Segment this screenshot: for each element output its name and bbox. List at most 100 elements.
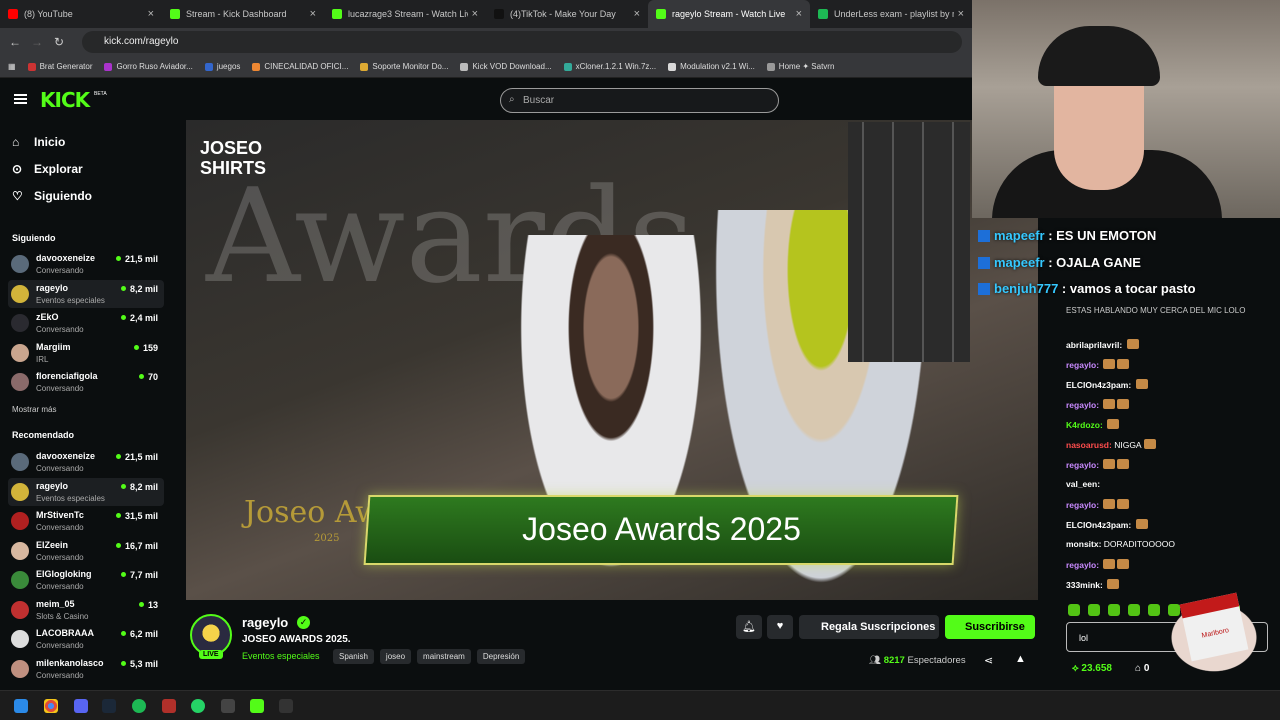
sidebar-channel-milenkanolasco[interactable]: milenkanolasco Conversando 5,3 mil (8, 655, 164, 683)
viewer-count: 2,4 mil (121, 313, 158, 323)
sidebar-channel-florenciafigola[interactable]: florenciafigola Conversando 70 (8, 368, 164, 396)
tab-title: rageylo Stream - Watch Live (672, 9, 786, 19)
chat-username[interactable]: nasoarusd: (1066, 440, 1112, 450)
emote-icon (1103, 559, 1116, 569)
chat-username[interactable]: ELCIOn4z3pam: (1066, 520, 1131, 530)
tag-chip[interactable]: mainstream (417, 649, 471, 664)
browser-tab[interactable]: UnderLess exam - playlist by m × (810, 0, 972, 28)
close-tab-icon[interactable]: × (472, 8, 478, 20)
bookmark-item[interactable]: CINECALIDAD OFICI... (252, 62, 348, 71)
bookmark-icon (104, 62, 113, 71)
channel-category: Slots & Casino (36, 611, 89, 621)
spotify-icon[interactable] (132, 699, 146, 713)
follow-heart-button[interactable]: ♥ (767, 615, 793, 639)
chat-username[interactable]: ELCIOn4z3pam: (1066, 380, 1131, 390)
kick-app-icon[interactable] (250, 699, 264, 713)
sidebar-channel-MrStivenTc[interactable]: MrStivenTc Conversando 31,5 mil (8, 507, 164, 535)
sidebar-channel-zEkO[interactable]: zEkO Conversando 2,4 mil (8, 309, 164, 337)
sidebar-channel-rageylo[interactable]: rageylo Eventos especiales 8,2 mil (8, 279, 164, 308)
url-field[interactable]: kick.com/rageylo (82, 31, 962, 53)
emote-icon (1126, 339, 1139, 349)
browser-tab[interactable]: (8) YouTube × (0, 0, 162, 28)
chrome-icon[interactable] (44, 699, 58, 713)
sidebar-channel-Margiim[interactable]: Margiim IRL 159 (8, 339, 164, 367)
sidebar-channel-rageylo[interactable]: rageylo Eventos especiales 8,2 mil (8, 477, 164, 506)
chat-username[interactable]: regaylo: (1066, 460, 1099, 470)
close-tab-icon[interactable]: × (634, 8, 640, 20)
tag-chip[interactable]: Spanish (333, 649, 374, 664)
apps-icon[interactable]: ▦ (8, 62, 16, 71)
sidebar-channel-davooxeneize[interactable]: davooxeneize Conversando 21,5 mil (8, 448, 164, 476)
forward-icon[interactable]: → (26, 35, 48, 49)
chat-username[interactable]: 333mink: (1066, 580, 1103, 590)
bookmark-item[interactable]: Brat Generator (27, 62, 92, 71)
bookmark-item[interactable]: Gorro Ruso Aviador... (104, 62, 193, 71)
nav-explorar[interactable]: ⊙ Explorar (12, 162, 83, 176)
close-tab-icon[interactable]: × (796, 8, 802, 20)
bookmark-item[interactable]: Kick VOD Download... (460, 62, 552, 71)
search-input[interactable]: ⌕ Buscar (500, 88, 779, 113)
viewer-count: 70 (139, 372, 158, 382)
bookmark-item[interactable]: Modulation v2.1 Wi... (668, 62, 755, 71)
menu-icon[interactable] (14, 94, 27, 104)
chat-username[interactable]: regaylo: (1066, 360, 1099, 370)
discord-icon[interactable] (74, 699, 88, 713)
sidebar-channel-ElZeein[interactable]: ElZeein Conversando 16,7 mil (8, 537, 164, 565)
browser-tab[interactable]: rageylo Stream - Watch Live × (648, 0, 810, 28)
sidebar-channel-meim_05[interactable]: meim_05 Slots & Casino 13 (8, 596, 164, 624)
bookmark-item[interactable]: Soporte Monitor Do... (360, 62, 448, 71)
chat-username[interactable]: regaylo: (1066, 500, 1099, 510)
other-counter[interactable]: ⌂ 0 (1135, 663, 1149, 674)
kick-logo[interactable]: KICK (40, 88, 90, 112)
browser-tab[interactable]: lucazrage3 Stream - Watch Live × (324, 0, 486, 28)
chat-username[interactable]: abrilaprilavril: (1066, 340, 1122, 350)
emote-wall-overlay (848, 122, 970, 362)
chat-username[interactable]: regaylo: (1066, 400, 1099, 410)
close-tab-icon[interactable]: × (958, 8, 964, 20)
nav-inicio[interactable]: ⌂ Inicio (12, 135, 65, 149)
show-more-link[interactable]: Mostrar más (12, 405, 56, 414)
channel-points[interactable]: ⟡ 23.658 (1072, 663, 1112, 674)
stream-category[interactable]: Eventos especiales (242, 651, 320, 661)
chat-username[interactable]: K4rdozo: (1066, 420, 1103, 430)
app-icon[interactable] (162, 699, 176, 713)
tag-chip[interactable]: joseo (379, 649, 412, 664)
bookmark-item[interactable]: juegos (204, 62, 240, 71)
windows-start-icon[interactable] (14, 699, 28, 713)
sidebar-channel-ElGlogloking[interactable]: ElGlogloking Conversando 7,7 mil (8, 566, 164, 594)
viewer-count: 31,5 mil (116, 511, 158, 521)
sidebar-channel-LACOBRAAA[interactable]: LACOBRAAA Conversando 6,2 mil (8, 625, 164, 653)
bookmark-item[interactable]: xCloner.1.2.1 Win.7z... (563, 62, 656, 71)
browser-tab[interactable]: (4)TikTok - Make Your Day × (486, 0, 648, 28)
channel-name[interactable]: rageylo (242, 615, 288, 630)
chat-message: val_een: (1066, 479, 1100, 489)
overlay-text: vamos a tocar pasto (1069, 281, 1196, 296)
channel-category: Conversando (36, 266, 84, 275)
report-icon[interactable]: ▲ (1015, 653, 1026, 665)
tag-chip[interactable]: Depresión (476, 649, 526, 664)
reload-icon[interactable]: ↻ (48, 35, 70, 49)
app-icon[interactable] (221, 699, 235, 713)
bookmark-item[interactable]: Home ✦ Satvrn (766, 62, 834, 71)
steam-icon[interactable] (102, 699, 116, 713)
close-tab-icon[interactable]: × (148, 8, 154, 20)
close-tab-icon[interactable]: × (310, 8, 316, 20)
notification-bell-button[interactable]: 🔔︎ (736, 615, 762, 639)
nav-siguiendo[interactable]: ♡ Siguiendo (12, 189, 92, 203)
share-icon[interactable]: ⋖ (984, 654, 993, 667)
chat-username[interactable]: regaylo: (1066, 560, 1099, 570)
sidebar-channel-davooxeneize[interactable]: davooxeneize Conversando 21,5 mil (8, 250, 164, 278)
chat-username[interactable]: val_een: (1066, 479, 1100, 489)
gift-subs-button[interactable]: Regala Suscripciones (799, 615, 939, 639)
viewer-count: 21,5 mil (116, 452, 158, 462)
tab-title: Stream - Kick Dashboard (186, 9, 287, 19)
chat-input-value: lol (1079, 633, 1089, 643)
subscribe-button[interactable]: Suscribirse (945, 615, 1035, 639)
chat-username[interactable]: monsitx: (1066, 539, 1101, 549)
epic-games-icon[interactable] (279, 699, 293, 713)
back-icon[interactable]: ← (4, 35, 26, 49)
emote-icon (1103, 359, 1116, 369)
channel-name: davooxeneize (36, 451, 96, 461)
whatsapp-icon[interactable] (191, 699, 205, 713)
browser-tab[interactable]: Stream - Kick Dashboard × (162, 0, 324, 28)
